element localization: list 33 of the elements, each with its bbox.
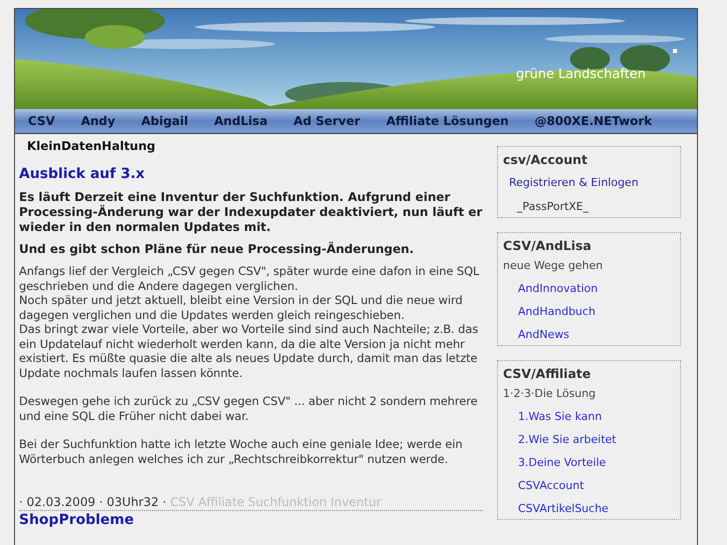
- sidebar-link[interactable]: 1.Was Sie kann: [503, 409, 675, 425]
- sidebar-link[interactable]: 2.Wie Sie arbeitet: [503, 432, 675, 448]
- nav-link[interactable]: AndLisa: [207, 112, 275, 130]
- square-icon: [673, 49, 677, 53]
- box-title: csv/Account: [503, 151, 588, 169]
- nav-link[interactable]: Andy: [74, 112, 122, 130]
- sidebar-link[interactable]: CSVArtikelSuche: [503, 501, 675, 517]
- sidebar-link[interactable]: AndNews: [503, 327, 675, 343]
- sidebar-link[interactable]: AndInnovation: [503, 281, 675, 297]
- site-title: grüne Landschaften: [516, 66, 646, 84]
- sidebar-link[interactable]: CSVAccount: [503, 478, 675, 494]
- sidebar-link[interactable]: Registrieren & Einlogen: [503, 175, 675, 191]
- sidebar-text: 1·2·3·Die Lösung: [503, 386, 597, 402]
- sidebar-link[interactable]: AndHandbuch: [503, 304, 675, 320]
- body-paragraph: Deswegen gehe ich zurück zu „CSV gegen CSV" ... aber nicht 2 sondern mehrere und eine SQL die Früher nicht dabei war.: [19, 394, 478, 423]
- nav-link[interactable]: Ad Server: [286, 112, 368, 130]
- lead-paragraph: Es läuft Derzeit eine Inventur der Suchfunktion. Aufgrund einer Processing-Änderung war der Indexupdater deaktiviert, nun läuft er wieder in den normalen Updates mit.: [19, 190, 483, 235]
- sidebar-link[interactable]: 3.Deine Vorteile: [503, 455, 675, 471]
- nav-link[interactable]: @800XE.NETwork: [528, 112, 660, 130]
- lead-paragraph: Und es gibt schon Pläne für neue Processing-Änderungen.: [19, 242, 415, 257]
- sidebar-text: neue Wege gehen: [503, 258, 604, 274]
- sidebar-text: _PassPortXE_: [516, 199, 590, 215]
- nav-link[interactable]: Affiliate Lösungen: [379, 112, 516, 130]
- body-paragraph: Bei der Suchfunktion hatte ich letzte Woche auch eine geniale Idee; werde ein Wörterbuch anlegen welches ich zur „Rechtschreibkorrektur" nutzen werde.: [19, 437, 464, 466]
- nav-link[interactable]: Abigail: [134, 112, 196, 130]
- breadcrumb[interactable]: KleinDatenHaltung: [19, 134, 487, 155]
- box-title: CSV/AndLisa: [503, 237, 592, 255]
- box-title: CSV/Affiliate: [503, 365, 592, 383]
- nav-link[interactable]: CSV: [21, 112, 62, 130]
- body-paragraph: Anfangs lief der Vergleich „CSV gegen CSV", später wurde eine dafon in eine SQL geschrieben und die Andere dagegen verglichen. Noch später und jetzt aktuell, bleibt eine Version in der SQL und die neue wird dagegen verglichen und die Updates werden gleich reingeschieben. Das bringt zwar viele Vorteile, aber wo Vorteile sind sind auch Nachteile; z.B. das ein Updatelauf nicht wiederholt werden kann, da die alte Version ja nicht mehr existiert. Es müßte quasie die alte als neues Update durch, damit man das letzte Update nochmals laufen lassen könnte.: [19, 264, 480, 380]
- post-title[interactable]: ShopProbleme: [19, 511, 483, 529]
- post-date: · 02.03.2009 · 03Uhr32 ·: [19, 494, 166, 510]
- post-title[interactable]: Ausblick auf 3.x: [19, 165, 483, 183]
